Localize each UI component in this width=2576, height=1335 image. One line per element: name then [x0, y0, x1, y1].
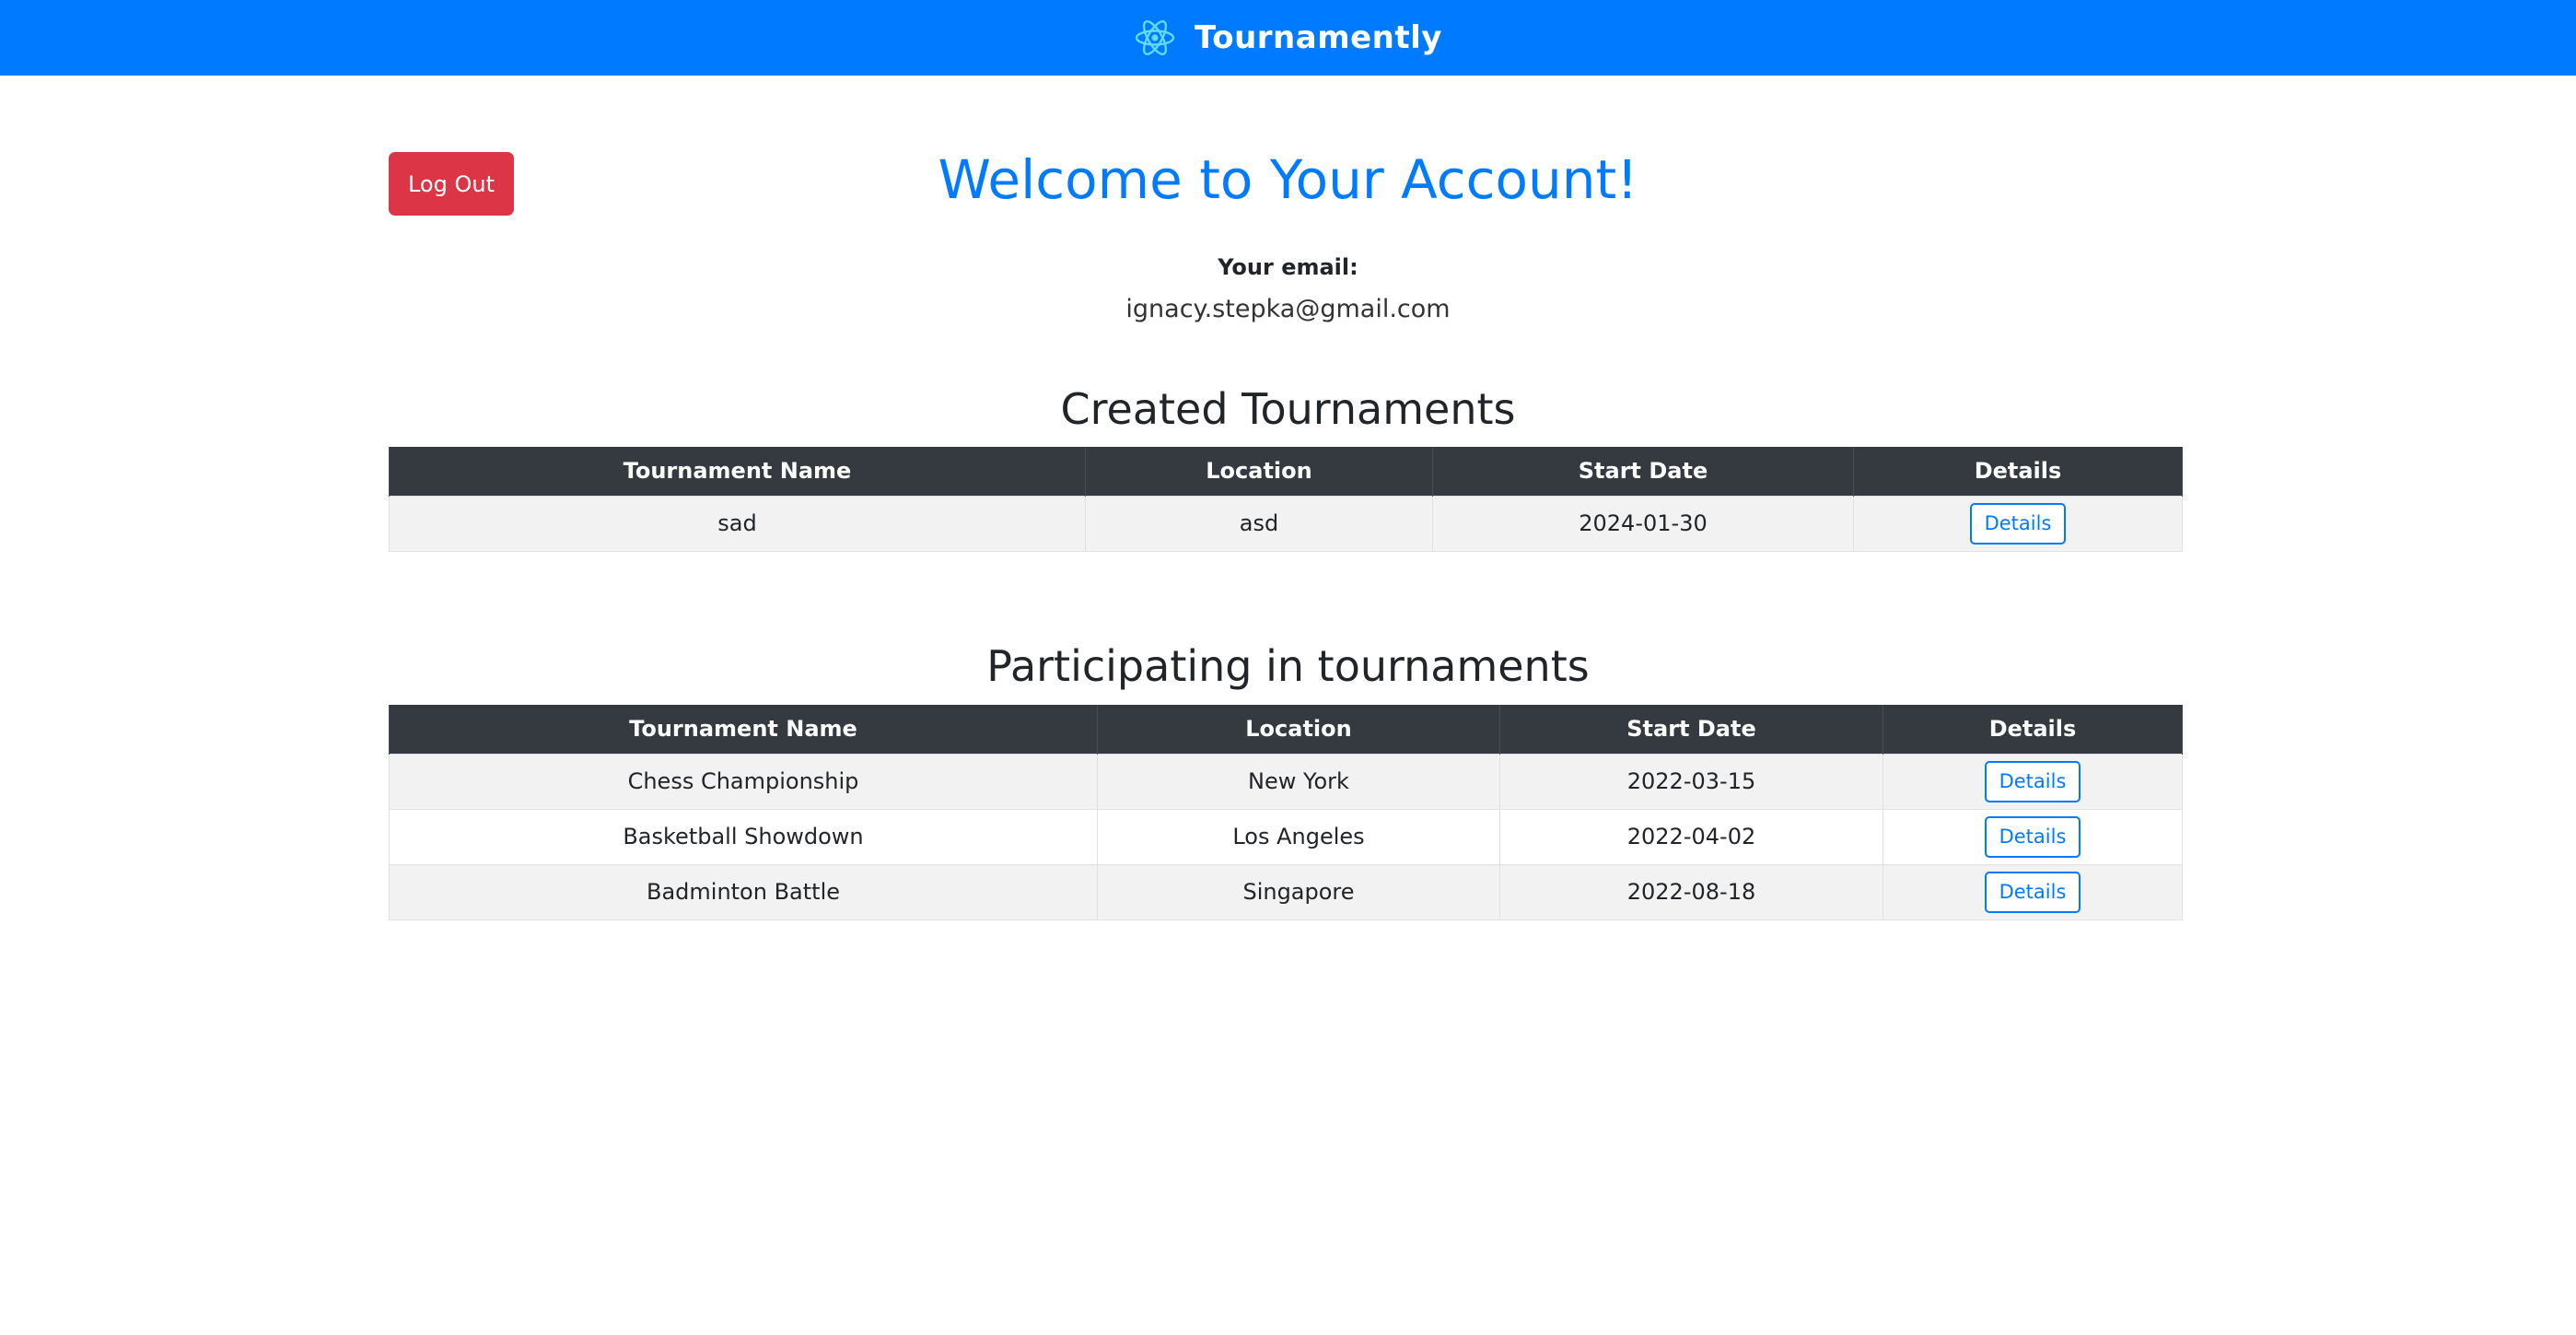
details-cell: Details [1882, 808, 2183, 865]
details-cell: Details [1882, 753, 2183, 810]
react-atom-icon [1135, 20, 1175, 55]
column-header-location: Location [1097, 705, 1500, 754]
page-title: Welcome to Your Account! [938, 148, 1638, 211]
location-cell: Singapore [1097, 863, 1500, 920]
column-header-tournament-name: Tournament Name [389, 705, 1098, 754]
column-header-details: Details [1853, 447, 2183, 496]
table-row: sad asd 2024-01-30 Details [389, 495, 2183, 552]
tournament-name-cell: Basketball Showdown [389, 808, 1098, 865]
participating-tournaments-table: Tournament Name Location Start Date Deta… [389, 705, 2183, 920]
tournament-name-cell: sad [389, 495, 1086, 552]
details-button[interactable]: Details [1969, 502, 2067, 545]
tournament-name-cell: Chess Championship [389, 753, 1098, 810]
brand[interactable]: Tournamently [1134, 17, 1442, 59]
email-value: ignacy.stepka@gmail.com [1125, 295, 1451, 323]
location-cell: New York [1097, 753, 1500, 810]
start-date-cell: 2022-03-15 [1499, 753, 1883, 810]
details-button[interactable]: Details [1984, 871, 2081, 913]
start-date-cell: 2022-08-18 [1499, 863, 1883, 920]
table-header-row: Tournament Name Location Start Date Deta… [389, 447, 2183, 496]
table-header-row: Tournament Name Location Start Date Deta… [389, 705, 2183, 754]
details-cell: Details [1882, 863, 2183, 920]
column-header-details: Details [1882, 705, 2183, 754]
table-row: Badminton Battle Singapore 2022-08-18 De… [389, 863, 2183, 920]
location-cell: asd [1085, 495, 1433, 552]
details-cell: Details [1853, 495, 2183, 552]
location-cell: Los Angeles [1097, 808, 1500, 865]
table-row: Chess Championship New York 2022-03-15 D… [389, 753, 2183, 810]
brand-name: Tournamently [1195, 19, 1442, 56]
column-header-location: Location [1085, 447, 1433, 496]
table-row: Basketball Showdown Los Angeles 2022-04-… [389, 808, 2183, 865]
column-header-start-date: Start Date [1432, 447, 1854, 496]
start-date-cell: 2024-01-30 [1432, 495, 1854, 552]
start-date-cell: 2022-04-02 [1499, 808, 1883, 865]
top-navbar: Tournamently [0, 0, 2576, 76]
details-button[interactable]: Details [1984, 760, 2081, 802]
created-tournaments-title: Created Tournaments [1060, 384, 1516, 434]
participating-tournaments-title: Participating in tournaments [986, 641, 1590, 691]
column-header-tournament-name: Tournament Name [389, 447, 1086, 496]
created-tournaments-table: Tournament Name Location Start Date Deta… [389, 447, 2183, 552]
tournament-name-cell: Badminton Battle [389, 863, 1098, 920]
details-button[interactable]: Details [1984, 815, 2081, 858]
email-label: Your email: [1218, 254, 1358, 280]
column-header-start-date: Start Date [1499, 705, 1883, 754]
